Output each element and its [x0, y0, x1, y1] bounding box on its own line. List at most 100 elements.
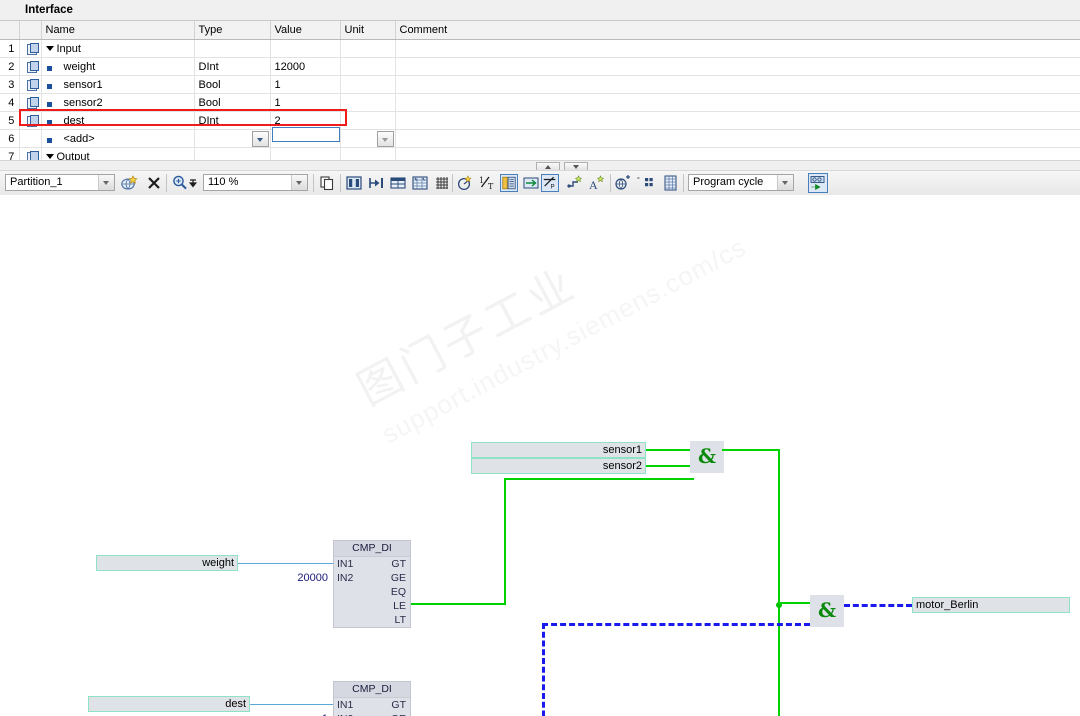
type-dropdown-arrow-icon[interactable] [251, 130, 269, 147]
operand-sensor2[interactable]: sensor2 [471, 458, 646, 474]
absolute-relative-icon[interactable] [389, 174, 407, 192]
row-value[interactable]: 1 [270, 75, 341, 94]
copy-network-icon[interactable] [318, 174, 336, 192]
block-output-ge[interactable]: GE [391, 571, 406, 585]
block-input-in2[interactable]: IN2 [337, 571, 353, 585]
show-columns-icon[interactable] [345, 174, 363, 192]
block-cmp2[interactable]: CMP_DI IN1 GT IN2 GE 1 EQ LE LT [322, 681, 411, 716]
row-type[interactable] [194, 129, 271, 148]
operand-motor-berlin[interactable]: motor_Berlin [912, 597, 1070, 613]
block-literal-in2[interactable]: 1 [322, 712, 328, 716]
and-gate-sensors[interactable]: & [690, 441, 724, 473]
row-name[interactable]: weight [41, 57, 195, 76]
table-row[interactable]: 4 sensor2 Bool 1 [0, 93, 1080, 112]
partition-combo-value: Partition_1 [10, 176, 63, 188]
row-comment[interactable] [395, 111, 1080, 130]
zoom-dropdown-icon[interactable] [188, 174, 198, 192]
value-edit-field[interactable] [272, 127, 340, 142]
col-value[interactable]: Value [270, 21, 341, 40]
table-row[interactable]: 2 weight DInt 12000 [0, 57, 1080, 76]
operand-dest-1[interactable]: dest [88, 696, 250, 712]
col-type[interactable]: Type [194, 21, 271, 40]
table-row-add[interactable]: 6 <add> [0, 129, 1080, 148]
block-output-ge[interactable]: GE [391, 712, 406, 716]
monitoring-on-icon[interactable] [808, 173, 828, 193]
table-row-dest[interactable]: 5 dest DInt 2 [0, 111, 1080, 130]
block-input-in1[interactable]: IN1 [337, 557, 353, 571]
row-name[interactable]: dest [41, 111, 195, 130]
and-gate-symbol: & [697, 444, 717, 468]
row-name-label: weight [63, 60, 96, 73]
zoom-select-icon[interactable] [171, 174, 189, 192]
row-comment[interactable] [395, 57, 1080, 76]
row-type[interactable] [194, 39, 271, 58]
chevron-down-icon[interactable] [291, 175, 307, 190]
grid-icon[interactable] [433, 174, 451, 192]
row-unit[interactable] [340, 39, 396, 58]
symbol-info-icon[interactable] [411, 174, 429, 192]
block-output-eq[interactable]: EQ [391, 585, 406, 599]
line-p-icon[interactable]: P [541, 174, 559, 192]
row-unit[interactable] [340, 129, 396, 148]
fraction-icon[interactable]: 1 T [478, 174, 496, 192]
operand-box-icon[interactable] [500, 174, 518, 192]
table-row[interactable]: 1 Input [0, 39, 1080, 58]
table-row[interactable]: 3 sensor1 Bool 1 [0, 75, 1080, 94]
row-unit[interactable] [340, 57, 396, 76]
block-input-in2[interactable]: IN2 [337, 712, 353, 716]
variable-icon [26, 43, 39, 56]
expand-triangle-icon[interactable] [45, 154, 54, 160]
block-output-gt[interactable]: GT [391, 557, 406, 571]
row-value[interactable]: 12000 [270, 57, 341, 76]
row-type[interactable]: DInt [194, 57, 271, 76]
row-type[interactable]: Bool [194, 93, 271, 112]
block-output-le[interactable]: LE [393, 599, 406, 613]
row-type[interactable]: DInt [194, 111, 271, 130]
operand-label: motor_Berlin [916, 599, 979, 611]
operand-sensor1[interactable]: sensor1 [471, 442, 646, 458]
cycle-combo[interactable]: Program cycle [688, 174, 794, 191]
delete-network-icon[interactable] [145, 174, 163, 192]
col-name[interactable]: Name [41, 21, 195, 40]
interface-panel: Interface Name Type Value Unit Comment 1… [0, 0, 1080, 166]
row-unit[interactable] [340, 75, 396, 94]
block-cmp1[interactable]: CMP_DI IN1 GT IN2 GE 20000 EQ LE LT [297, 540, 411, 628]
next-error-icon[interactable] [367, 174, 385, 192]
row-value[interactable] [270, 39, 341, 58]
row-comment[interactable] [395, 75, 1080, 94]
operand-weight[interactable]: weight [96, 555, 238, 571]
block-literal-in2[interactable]: 20000 [297, 571, 328, 585]
unit-dropdown-arrow-icon[interactable] [376, 130, 394, 147]
row-name[interactable]: Input [41, 39, 195, 58]
jump-label-icon[interactable] [522, 174, 540, 192]
row-comment[interactable] [395, 39, 1080, 58]
row-name[interactable]: <add> [41, 129, 195, 148]
row-unit[interactable] [340, 93, 396, 112]
chevron-down-icon[interactable] [777, 175, 793, 190]
table-icon[interactable] [661, 174, 679, 192]
row-type[interactable]: Bool [194, 75, 271, 94]
compare-icon[interactable]: ° [637, 174, 655, 192]
row-name[interactable]: sensor2 [41, 93, 195, 112]
expand-triangle-icon[interactable] [45, 46, 54, 52]
row-value[interactable]: 1 [270, 93, 341, 112]
block-output-lt[interactable]: LT [395, 613, 406, 627]
and-gate-berlin[interactable]: & [810, 595, 844, 627]
partition-combo[interactable]: Partition_1 [5, 174, 115, 191]
rename-icon[interactable]: A [588, 174, 606, 192]
monitor-icon[interactable] [456, 174, 474, 192]
zoom-combo[interactable]: 110 % [203, 174, 308, 191]
new-branch-icon[interactable] [566, 174, 584, 192]
chevron-down-icon[interactable] [98, 175, 114, 190]
row-comment[interactable] [395, 93, 1080, 112]
row-comment[interactable] [395, 129, 1080, 148]
watermark: 图门子工业 support.industry.siemens.com/cs [344, 195, 816, 617]
col-comment[interactable]: Comment [395, 21, 1080, 40]
row-unit[interactable] [340, 111, 396, 130]
block-output-gt[interactable]: GT [391, 698, 406, 712]
col-unit[interactable]: Unit [340, 21, 396, 40]
row-name[interactable]: sensor1 [41, 75, 195, 94]
block-input-in1[interactable]: IN1 [337, 698, 353, 712]
new-network-icon[interactable] [120, 174, 138, 192]
cross-ref-icon[interactable] [614, 174, 632, 192]
